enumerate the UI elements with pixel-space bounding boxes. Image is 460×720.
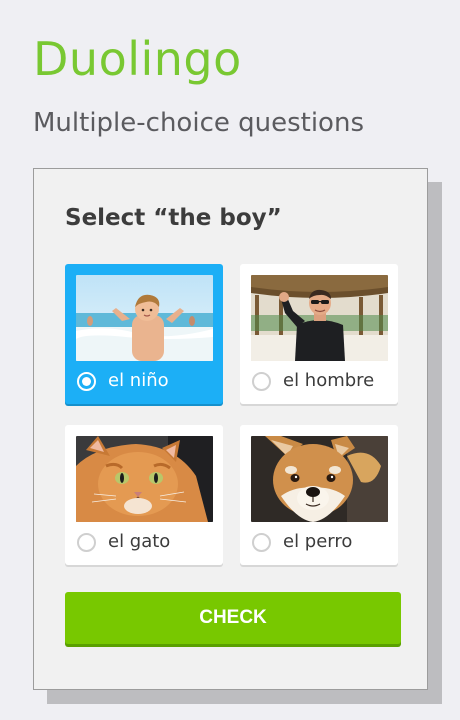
exercise-card: Select “the boy” el niño el hombre el ga… xyxy=(33,168,428,690)
radio-button[interactable] xyxy=(252,372,271,391)
page-subtitle: Multiple-choice questions xyxy=(33,108,364,138)
option-tile-el-nino[interactable]: el niño xyxy=(65,264,223,404)
option-label: el hombre xyxy=(283,370,375,391)
radio-button[interactable] xyxy=(77,533,96,552)
option-label: el niño xyxy=(108,370,169,391)
dog-photo xyxy=(251,436,388,522)
option-tile-el-hombre[interactable]: el hombre xyxy=(240,264,398,404)
cat-photo xyxy=(76,436,213,522)
option-label: el perro xyxy=(283,531,353,552)
option-tile-el-perro[interactable]: el perro xyxy=(240,425,398,565)
option-label: el gato xyxy=(108,531,171,552)
radio-button[interactable] xyxy=(77,372,96,391)
boy-photo xyxy=(76,275,213,361)
option-tile-el-gato[interactable]: el gato xyxy=(65,425,223,565)
brand-title: Duolingo xyxy=(33,32,242,86)
man-photo xyxy=(251,275,388,361)
exercise-prompt: Select “the boy” xyxy=(65,205,282,231)
radio-button[interactable] xyxy=(252,533,271,552)
check-button[interactable]: CHECK xyxy=(65,592,401,644)
